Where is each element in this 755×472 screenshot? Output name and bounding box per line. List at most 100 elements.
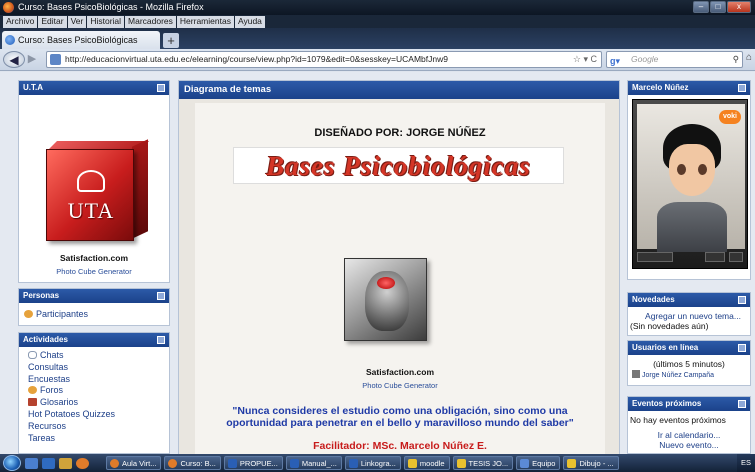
page-content: U.T.A UTA Satisfaction.com Photo Cube Ge…: [0, 72, 755, 454]
sidebar-item-label: Chats: [40, 350, 64, 360]
task-dibujo[interactable]: Dibujo - ...: [563, 456, 619, 470]
task-label: moodle: [419, 459, 445, 468]
sidebar-item-glosarios[interactable]: Glosarios: [19, 397, 169, 409]
home-icon[interactable]: ⌂: [746, 52, 755, 67]
url-text: http://educacionvirtual.uta.edu.ec/elear…: [65, 54, 448, 64]
voki-badge[interactable]: voki: [719, 110, 741, 124]
menu-editar[interactable]: Editar: [38, 16, 67, 28]
sidebar-item-label: Hot Potatoes Quizzes: [28, 408, 116, 419]
new-tab-button[interactable]: +: [163, 33, 179, 48]
minimize-button[interactable]: –: [693, 1, 709, 13]
hide-block-icon[interactable]: [738, 400, 746, 408]
volume-button[interactable]: [705, 252, 725, 262]
block-header: U.T.A: [19, 81, 169, 95]
language-indicator[interactable]: ES: [741, 458, 751, 467]
tab-course[interactable]: Curso: Bases PsicoBiológicas: [2, 31, 160, 49]
url-tools: ☆ ▾ C: [573, 52, 597, 67]
sidebar-item-foros[interactable]: Foros: [19, 385, 169, 397]
tab-bar: Curso: Bases PsicoBiológicas +: [0, 28, 755, 49]
hide-block-icon[interactable]: [157, 84, 165, 92]
explorer-icon[interactable]: [42, 457, 55, 469]
back-button[interactable]: ◀: [3, 51, 25, 68]
task-label: Equipo: [532, 459, 556, 468]
facilitator-name: Facilitador: MSc. Marcelo Núñez E.: [313, 440, 487, 452]
bookmark-star-icon[interactable]: ☆: [573, 54, 581, 64]
url-bar[interactable]: http://educacionvirtual.uta.edu.ec/elear…: [46, 51, 602, 68]
add-topic-link[interactable]: Agregar un nuevo tema...: [628, 311, 750, 321]
system-tray: ES: [736, 454, 755, 472]
hide-block-icon[interactable]: [738, 344, 746, 352]
brain-cube-credit: Satisfaction.com: [365, 367, 435, 377]
firefox-quick-icon[interactable]: [76, 457, 89, 469]
cube-label: UTA: [67, 198, 115, 223]
block-title: Actividades: [23, 335, 68, 344]
menu-historial[interactable]: Historial: [87, 16, 125, 28]
avatar-background: voki: [637, 104, 745, 252]
voki-avatar-player[interactable]: voki: [632, 99, 748, 269]
task-manual[interactable]: Manual_...: [285, 456, 342, 470]
site-identity-icon[interactable]: [50, 54, 61, 65]
search-icon[interactable]: ⚲: [733, 52, 739, 67]
menu-ayuda[interactable]: Ayuda: [234, 16, 265, 28]
fullscreen-button[interactable]: [729, 252, 743, 262]
firefox-icon: [168, 459, 178, 468]
hide-block-icon[interactable]: [157, 292, 165, 300]
task-label: Curso: B...: [180, 459, 216, 468]
block-title: Marcelo Núñez: [632, 83, 689, 92]
menu-ver[interactable]: Ver: [67, 16, 87, 28]
task-linkografia[interactable]: Linkogra...: [344, 456, 401, 470]
section-title: Diagrama de temas: [184, 84, 272, 95]
google-engine-icon[interactable]: g▾: [610, 54, 620, 69]
search-input[interactable]: g▾ Google ⚲: [606, 51, 743, 68]
menu-marcadores[interactable]: Marcadores: [125, 16, 176, 28]
task-label: Linkogra...: [360, 459, 396, 468]
maximize-button[interactable]: □: [710, 1, 726, 13]
menu-herramientas[interactable]: Herramientas: [176, 16, 234, 28]
play-button[interactable]: [637, 252, 673, 262]
sidebar-item-encuestas[interactable]: Encuestas: [19, 374, 169, 386]
sidebar-item-consultas[interactable]: Consultas: [19, 362, 169, 374]
photo-cube-generator-link[interactable]: Photo Cube Generator: [19, 267, 169, 276]
dropdown-arrow-icon[interactable]: ▾: [583, 54, 588, 64]
navigation-toolbar: ◀ ▶ http://educacionvirtual.uta.edu.ec/e…: [0, 49, 755, 71]
close-button[interactable]: x: [727, 1, 751, 13]
forward-button[interactable]: ▶: [24, 51, 40, 68]
photo-cube-generator-link[interactable]: Photo Cube Generator: [195, 381, 605, 390]
brain-photo-cube[interactable]: [344, 258, 427, 341]
sidebar-item-chats[interactable]: Chats: [19, 350, 169, 362]
task-curso[interactable]: Curso: B...: [164, 456, 221, 470]
cube-front-face: UTA: [46, 149, 134, 241]
task-tesis[interactable]: TESIS JO...: [452, 456, 514, 470]
task-label: TESIS JO...: [468, 459, 509, 468]
start-button[interactable]: [3, 455, 21, 471]
hide-block-icon[interactable]: [157, 336, 165, 344]
task-propuesta[interactable]: PROPUE...: [223, 456, 283, 470]
online-user[interactable]: Jorge Núñez Campaña: [628, 370, 750, 379]
glossary-icon: [28, 398, 37, 407]
sidebar-item-recursos[interactable]: Recursos: [19, 421, 169, 433]
sidebar-item-participantes[interactable]: Participantes: [19, 309, 169, 321]
ie-icon[interactable]: [59, 457, 72, 469]
hide-block-icon[interactable]: [738, 296, 746, 304]
firefox-icon: [3, 2, 14, 13]
back-arrow-icon: ◀: [9, 53, 19, 67]
sidebar-item-hot-potatoes[interactable]: Hot Potatoes Quizzes: [19, 409, 169, 421]
task-equipo[interactable]: Equipo: [516, 456, 561, 470]
chat-bubble-icon: [28, 351, 37, 359]
avatar-block: Marcelo Núñez voki: [627, 80, 751, 280]
task-moodle[interactable]: moodle: [403, 456, 450, 470]
calendar-link[interactable]: Ir al calendario...: [628, 430, 750, 440]
new-event-link[interactable]: Nuevo evento...: [628, 440, 750, 450]
show-desktop-icon[interactable]: [25, 457, 38, 469]
computer-icon: [520, 459, 530, 468]
task-aula-virtual[interactable]: Aula Virt...: [106, 456, 162, 470]
reload-icon[interactable]: C: [591, 54, 598, 64]
hide-block-icon[interactable]: [738, 84, 746, 92]
task-label: Aula Virt...: [122, 459, 157, 468]
uta-block: U.T.A UTA Satisfaction.com Photo Cube Ge…: [18, 80, 170, 283]
sidebar-item-tareas[interactable]: Tareas: [19, 433, 169, 445]
uta-emblem-icon: [77, 170, 105, 192]
uta-photo-cube[interactable]: UTA: [46, 139, 149, 243]
menu-archivo[interactable]: Archivo: [3, 16, 38, 28]
avatar-face: [669, 144, 715, 196]
